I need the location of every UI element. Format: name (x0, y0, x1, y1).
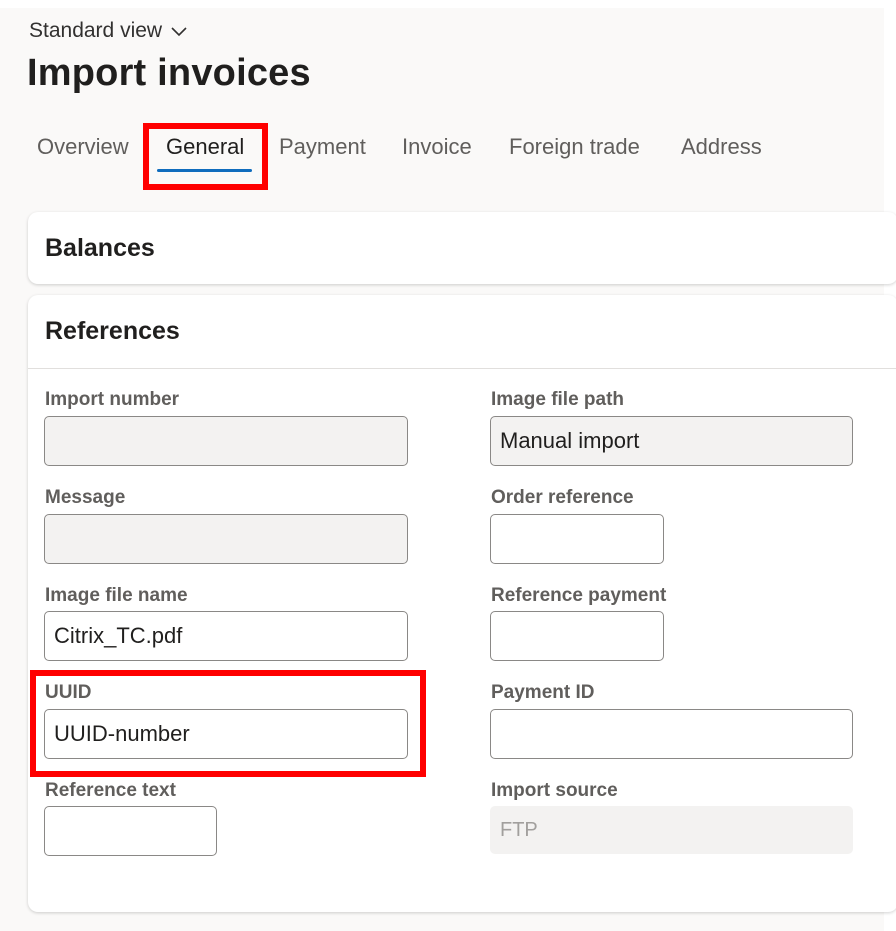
reference-payment-label: Reference payment (491, 585, 667, 606)
payment-id-label: Payment ID (491, 682, 595, 703)
import-number-field[interactable] (44, 416, 408, 466)
tab-invoice[interactable]: Invoice (402, 134, 472, 160)
image-file-name-field[interactable]: Citrix_TC.pdf (44, 611, 408, 661)
order-reference-field[interactable] (490, 514, 664, 564)
import-source-field: FTP (490, 806, 853, 854)
chevron-down-icon (171, 27, 187, 37)
reference-text-label: Reference text (45, 780, 176, 801)
reference-payment-field[interactable] (490, 611, 664, 661)
top-strip (0, 0, 896, 8)
tab-payment[interactable]: Payment (279, 134, 366, 160)
image-file-path-label: Image file path (491, 389, 625, 410)
import-number-label: Import number (45, 389, 180, 410)
tab-overview[interactable]: Overview (37, 134, 129, 160)
tab-foreign-trade[interactable]: Foreign trade (509, 134, 640, 160)
balances-title: Balances (45, 234, 155, 262)
page-title: Import invoices (27, 52, 311, 94)
references-divider (28, 368, 896, 369)
active-tab-indicator (157, 169, 252, 172)
import-source-label: Import source (491, 780, 618, 801)
uuid-field[interactable]: UUID-number (44, 709, 408, 759)
payment-id-field[interactable] (490, 709, 853, 759)
message-label: Message (45, 487, 126, 508)
reference-text-field[interactable] (44, 806, 217, 856)
order-reference-label: Order reference (491, 487, 634, 508)
view-selector[interactable]: Standard view (29, 19, 188, 43)
image-file-path-field[interactable]: Manual import (490, 416, 853, 466)
image-file-name-label: Image file name (45, 585, 188, 606)
tab-address[interactable]: Address (681, 134, 762, 160)
tab-general[interactable]: General (166, 134, 244, 160)
uuid-label: UUID (45, 682, 92, 703)
message-field[interactable] (44, 514, 408, 564)
view-selector-label: Standard view (29, 19, 163, 42)
references-title[interactable]: References (45, 317, 180, 346)
balances-section[interactable]: Balances (28, 212, 896, 284)
